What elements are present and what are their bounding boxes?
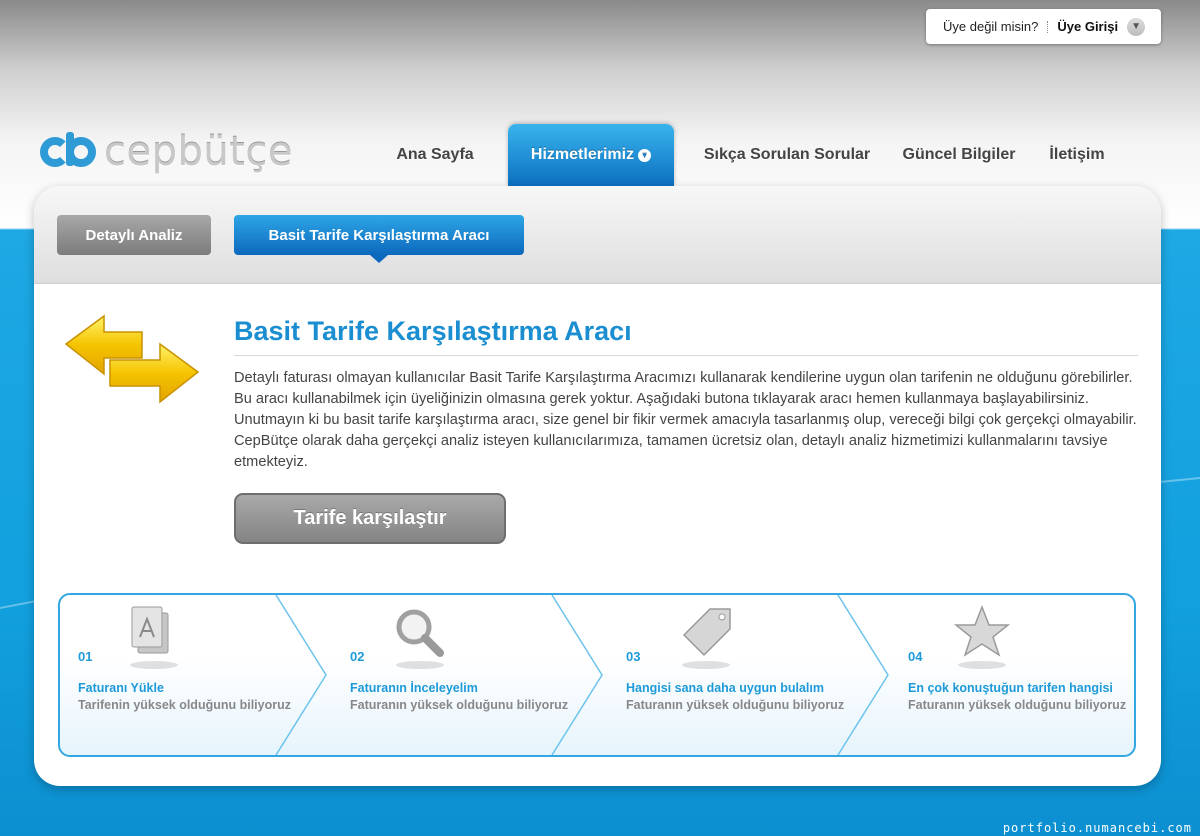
tab-label: Detaylı Analiz [85,226,183,244]
chevron-down-icon[interactable]: ▼ [1127,17,1146,36]
steps-strip: 01 Faturanı Yükle Tarifenin yüksek olduğ… [58,593,1136,757]
nav-item-label: Sıkça Sorulan Sorular [703,146,871,163]
step-title: Faturanın İnceleyelim [350,681,478,695]
nav-item-contact[interactable]: İletişim [1040,124,1114,186]
member-login-box: Üye değil misin? Üye Girişi ▼ [926,9,1161,44]
compare-tariff-button[interactable]: Tarife karşılaştır [234,493,506,544]
intro-paragraph: Detaylı faturası olmayan kullanıcılar Ba… [234,370,1137,470]
step-title: Hangisi sana daha uygun bulalım [626,681,824,695]
nav-item-label: İletişim [1049,146,1105,163]
tab-label: Basit Tarife Karşılaştırma Aracı [268,226,490,244]
chevron-down-icon: ▼ [638,148,652,162]
sub-nav: Detaylı Analiz Basit Tarife Karşılaştırm… [34,186,1161,284]
divider [234,355,1138,356]
compare-tariff-button-label: Tarife karşılaştır [293,507,447,529]
document-icon [130,606,178,669]
step-item: 03 Hangisi sana daha uygun bulalım Fatur… [626,595,846,755]
tab-simple-tariff-tool[interactable]: Basit Tarife Karşılaştırma Aracı [234,215,524,263]
step-subtitle: Faturanın yüksek olduğunu biliyoruz [626,698,845,712]
step-number: 04 [908,649,923,664]
nav-item-faq[interactable]: Sıkça Sorulan Sorular [698,124,876,186]
star-icon [953,605,1011,669]
nav-item-label: Hizmetlerimiz [530,146,635,163]
tag-icon [682,608,731,669]
step-subtitle: Faturanın yüksek olduğunu biliyoruz [350,698,569,712]
main-nav: Ana Sayfa Hizmetlerimiz ▼ Sıkça Sorulan … [0,124,1200,186]
nav-item-label: Ana Sayfa [396,146,474,163]
watermark: portfolio.numancebi.com [1002,821,1192,835]
tab-detailed-analysis[interactable]: Detaylı Analiz [57,215,211,255]
content-panel: Detaylı Analiz Basit Tarife Karşılaştırm… [34,186,1161,786]
step-item: 02 Faturanın İnceleyelim Faturanın yükse… [350,595,568,755]
step-number: 02 [350,649,365,664]
nav-item-news[interactable]: Güncel Bilgiler [896,124,1022,186]
nav-item-label: Güncel Bilgiler [902,146,1016,163]
nav-item-home[interactable]: Ana Sayfa [384,124,486,186]
step-item: 01 Faturanı Yükle Tarifenin yüksek olduğ… [78,595,291,755]
step-number: 01 [78,649,93,664]
step-item: 04 En çok konuştuğun tarifen hangisi Fat… [908,595,1128,755]
step-number: 03 [626,649,641,664]
separator [1047,20,1049,33]
page-title: Basit Tarife Karşılaştırma Aracı [234,316,632,346]
exchange-arrows-icon [64,314,200,404]
magnifier-icon [396,609,444,669]
nav-item-services[interactable]: Hizmetlerimiz ▼ [508,124,674,186]
member-login-link[interactable]: Üye Girişi [1057,19,1118,34]
step-subtitle: Tarifenin yüksek olduğunu biliyoruz [78,698,291,712]
step-title: Faturanı Yükle [78,681,164,695]
step-title: En çok konuştuğun tarifen hangisi [908,681,1113,695]
step-subtitle: Faturanın yüksek olduğunu biliyoruz [908,698,1127,712]
member-question-text: Üye değil misin? [943,19,1039,34]
